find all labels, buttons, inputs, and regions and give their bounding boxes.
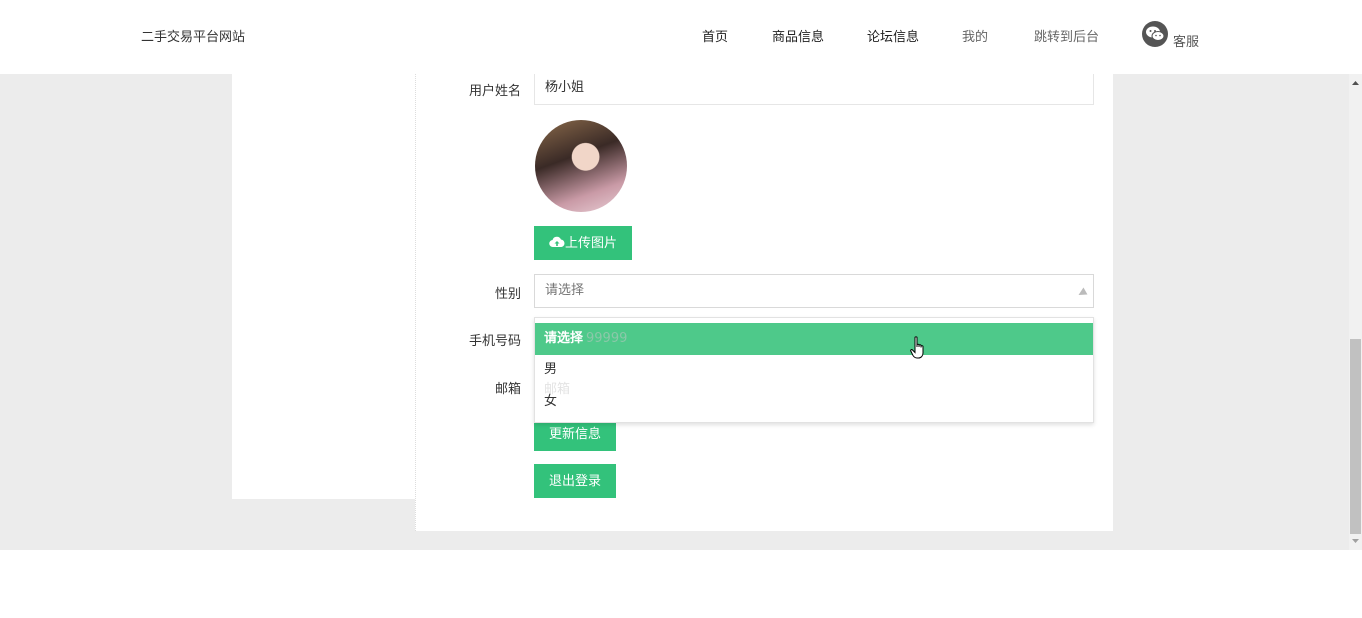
gender-label: 性别: [494, 287, 521, 302]
username-label: 用户姓名: [468, 84, 521, 99]
vertical-scrollbar[interactable]: [1349, 74, 1362, 550]
dropdown-option-label: 请选择: [544, 331, 584, 346]
phone-label: 手机号码: [468, 334, 521, 349]
customer-service-link[interactable]: 客服: [1173, 31, 1199, 50]
avatar: [535, 120, 627, 212]
gender-dropdown: 请选择 99999 男 邮箱 女: [534, 317, 1094, 423]
upload-image-button[interactable]: 上传图片: [534, 226, 633, 260]
cloud-upload-icon: [549, 236, 565, 248]
hand-cursor-icon: [910, 336, 924, 359]
logout-button[interactable]: 退出登录: [534, 464, 617, 498]
gender-select[interactable]: 请选择: [534, 274, 1094, 308]
dropdown-option-placeholder[interactable]: 请选择 99999: [535, 323, 1093, 355]
dropdown-option-female[interactable]: 女: [535, 394, 1093, 410]
scrollbar-thumb[interactable]: [1350, 339, 1361, 534]
nav-home[interactable]: 首页: [702, 26, 728, 45]
scroll-up-icon[interactable]: [1349, 78, 1362, 88]
nav-backend[interactable]: 跳转到后台: [1034, 26, 1099, 45]
nav-mine[interactable]: 我的: [962, 26, 988, 45]
gender-select-value: 请选择: [545, 283, 585, 298]
dropdown-option-male[interactable]: 男: [535, 362, 1093, 378]
nav-forum[interactable]: 论坛信息: [867, 26, 919, 45]
nav-products[interactable]: 商品信息: [772, 26, 824, 45]
dropdown-arrow-icon: [1076, 287, 1088, 299]
scroll-down-icon[interactable]: [1349, 536, 1362, 546]
phone-input-ghost: 99999: [586, 331, 628, 346]
username-input[interactable]: 杨小姐: [534, 71, 1094, 105]
site-title: 二手交易平台网站: [141, 30, 246, 45]
left-sidebar-panel: [232, 74, 415, 499]
top-navbar: 二手交易平台网站 首页 商品信息 论坛信息 我的 跳转到后台 客服: [0, 0, 1362, 74]
wechat-icon[interactable]: [1142, 21, 1168, 47]
email-label: 邮箱: [494, 382, 521, 397]
upload-image-label: 上传图片: [565, 235, 618, 250]
